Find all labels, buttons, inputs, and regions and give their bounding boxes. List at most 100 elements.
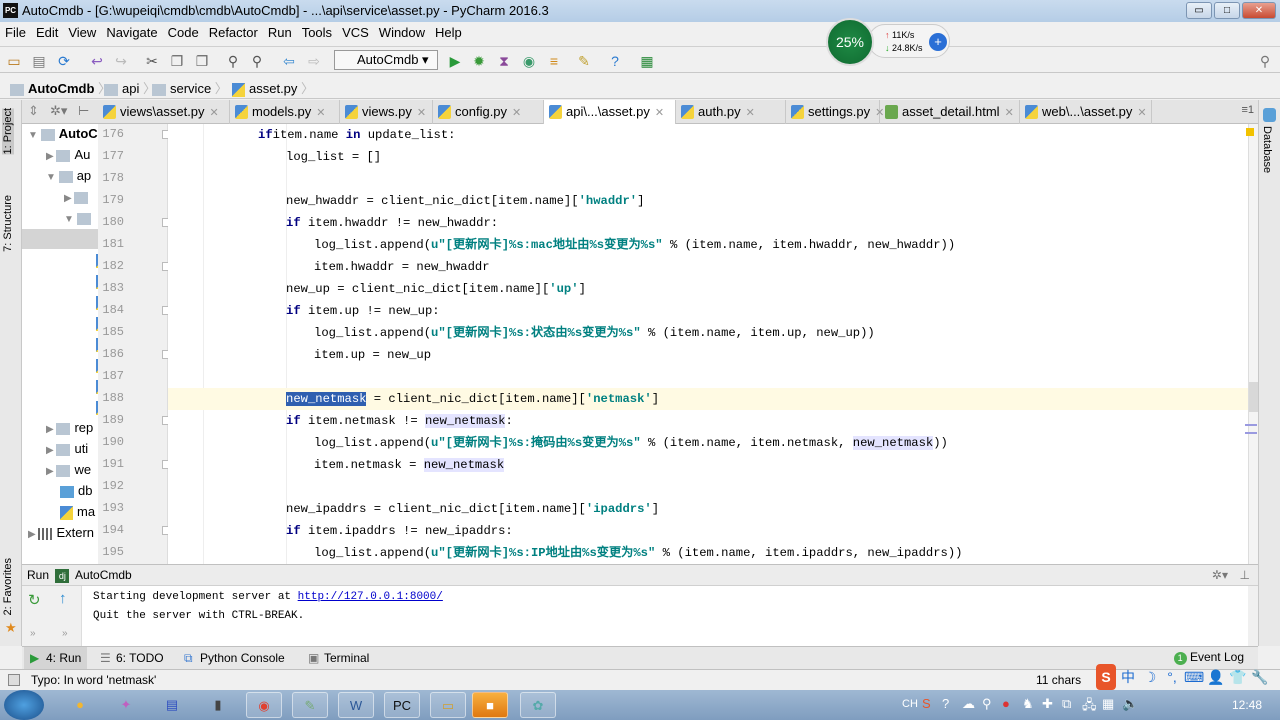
forward-icon[interactable]: ⇨ (305, 52, 323, 70)
menu-file[interactable]: File (0, 22, 31, 40)
tab-auth-py[interactable]: auth.py ✕ (676, 100, 786, 124)
display-icon[interactable]: ▦ (1102, 696, 1114, 712)
tree-item[interactable] (22, 376, 98, 396)
record-icon[interactable]: ● (1002, 696, 1010, 711)
debug-icon[interactable]: ✹ (470, 52, 488, 70)
paint-icon[interactable]: ● (62, 692, 98, 718)
moon-icon[interactable]: ☽ (1140, 664, 1160, 690)
tree-item[interactable]: ▶ Au (22, 145, 98, 165)
pin-icon[interactable]: ⚲ (982, 696, 992, 712)
weather-icon[interactable]: ☁ (962, 696, 975, 712)
favorites-tool-tab[interactable]: 2: Favorites (2, 558, 14, 615)
menu-tools[interactable]: Tools (297, 22, 337, 40)
replace-icon[interactable]: ⚲ (248, 52, 266, 70)
expand-arrow-icon[interactable]: ▼ (28, 130, 41, 141)
plus-icon[interactable]: + (929, 33, 947, 51)
chinese-mode-icon[interactable]: 中 (1118, 664, 1138, 690)
qq-icon[interactable]: ♞ (1022, 696, 1034, 712)
expand-arrow-icon[interactable]: ▼ (46, 172, 59, 183)
tree-item[interactable] (22, 292, 98, 312)
help-icon[interactable]: ? (606, 52, 624, 70)
volume-icon[interactable]: 🔈 (1122, 696, 1138, 712)
menu-help[interactable]: Help (430, 22, 467, 40)
word-icon[interactable]: W (338, 692, 374, 718)
tab-models-py[interactable]: models.py ✕ (230, 100, 340, 124)
media-icon[interactable]: ▮ (200, 692, 236, 718)
more-icon[interactable]: » (30, 628, 36, 639)
tool-tab-python-console[interactable]: ⧉ Python Console (178, 647, 291, 669)
editor-scrollbar[interactable] (1245, 124, 1258, 564)
app-icon[interactable]: ✦ (108, 692, 144, 718)
search-icon[interactable]: ⚲ (1256, 52, 1274, 70)
clock[interactable]: 12:48 (1232, 698, 1262, 712)
rerun-icon[interactable]: ↻ (28, 591, 41, 609)
expand-arrow-icon[interactable]: ▼ (64, 214, 77, 225)
sogou-icon[interactable]: S (1096, 664, 1116, 690)
menu-edit[interactable]: Edit (31, 22, 63, 40)
tree-item[interactable]: ▼ (22, 208, 98, 228)
close-tab-icon[interactable]: ✕ (417, 107, 426, 119)
tree-item[interactable]: ▶ we (22, 460, 98, 480)
close-button[interactable]: ✕ (1242, 2, 1276, 19)
breadcrumb-item[interactable]: AutoCmdb 〉 (10, 78, 111, 97)
help-tray-icon[interactable]: ? (942, 696, 949, 711)
close-tab-icon[interactable]: ✕ (1137, 107, 1146, 119)
add-icon[interactable]: ✚ (1042, 696, 1053, 712)
start-button[interactable] (4, 690, 44, 720)
maximize-button[interactable]: □ (1214, 2, 1240, 19)
tab-config-py[interactable]: config.py ✕ (433, 100, 544, 124)
wrench-icon[interactable]: 🔧 (1250, 664, 1270, 690)
open-icon[interactable]: ▭ (5, 52, 23, 70)
cut-icon[interactable]: ✂ (143, 52, 161, 70)
tree-item[interactable]: db (22, 481, 98, 501)
collapse-icon[interactable]: ⇕ (28, 103, 39, 119)
menu-navigate[interactable]: Navigate (101, 22, 162, 40)
save-icon[interactable]: ▤ (30, 52, 48, 70)
paint-app-icon[interactable]: ✿ (520, 692, 556, 718)
tree-item[interactable]: ▼ AutoC (22, 124, 98, 144)
tree-item[interactable]: ▶ Extern (22, 523, 98, 543)
event-log-button[interactable]: 1 Event Log (1173, 650, 1244, 665)
undo-icon[interactable]: ↩ (88, 52, 106, 70)
status-toggle-icon[interactable] (8, 674, 20, 686)
tree-item[interactable] (22, 334, 98, 354)
copy-icon[interactable]: ❐ (168, 52, 186, 70)
tree-item[interactable]: ▶ uti (22, 439, 98, 459)
close-tab-icon[interactable]: ✕ (210, 107, 219, 119)
project-tool-tab[interactable]: 1: Project (2, 108, 14, 155)
tabs-overflow-button[interactable]: ≡1 (1241, 104, 1254, 116)
breadcrumb-item[interactable]: api 〉 (104, 78, 156, 97)
settings-icon[interactable]: ✎ (575, 52, 593, 70)
tree-item[interactable] (22, 271, 98, 291)
tree-item[interactable]: ▼ ap (22, 166, 98, 186)
find-icon[interactable]: ⚲ (224, 52, 242, 70)
pycharm-icon[interactable]: PC (384, 692, 420, 718)
menu-view[interactable]: View (63, 22, 101, 40)
server-link[interactable]: http://127.0.0.1:8000/ (298, 591, 443, 603)
tab-settings-py[interactable]: settings.py ✕ (786, 100, 884, 124)
expand-arrow-icon[interactable]: ▶ (46, 151, 56, 162)
menu-refactor[interactable]: Refactor (204, 22, 263, 40)
code-editor[interactable]: ifitem.name in update_list: log_list = []… (168, 124, 1248, 564)
sync-icon[interactable]: ⟳ (55, 52, 73, 70)
tab-views-py[interactable]: views.py ✕ (340, 100, 433, 124)
expand-arrow-icon[interactable]: ▶ (28, 529, 38, 540)
keyboard-icon[interactable]: ⌨ (1184, 664, 1204, 690)
back-icon[interactable]: ⇦ (280, 52, 298, 70)
tool-tab-terminal[interactable]: ▣ Terminal (302, 647, 375, 669)
close-tab-icon[interactable]: ✕ (512, 107, 521, 119)
database-tool-tab[interactable]: Database (1261, 126, 1273, 173)
minimize-button[interactable]: ▭ (1186, 2, 1212, 19)
tree-item[interactable]: ▶ rep (22, 418, 98, 438)
tree-item[interactable] (22, 397, 98, 417)
tree-item[interactable] (22, 229, 98, 249)
run-console[interactable]: Starting development server at http://12… (82, 586, 1248, 646)
paste-icon[interactable]: ❐ (193, 52, 211, 70)
net-monitor-widget[interactable]: ↑ 11K/s ↓ 24.8K/s + 25% (826, 18, 952, 66)
tab-asset-detail-html[interactable]: asset_detail.html ✕ (880, 100, 1020, 124)
structure-tool-tab[interactable]: 7: Structure (2, 195, 14, 252)
close-tab-icon[interactable]: ✕ (316, 107, 325, 119)
coverage-icon[interactable]: ⧗ (495, 52, 513, 70)
tab-web-asset-py[interactable]: web\...\asset.py ✕ (1020, 100, 1152, 124)
punctuation-icon[interactable]: °, (1162, 664, 1182, 690)
